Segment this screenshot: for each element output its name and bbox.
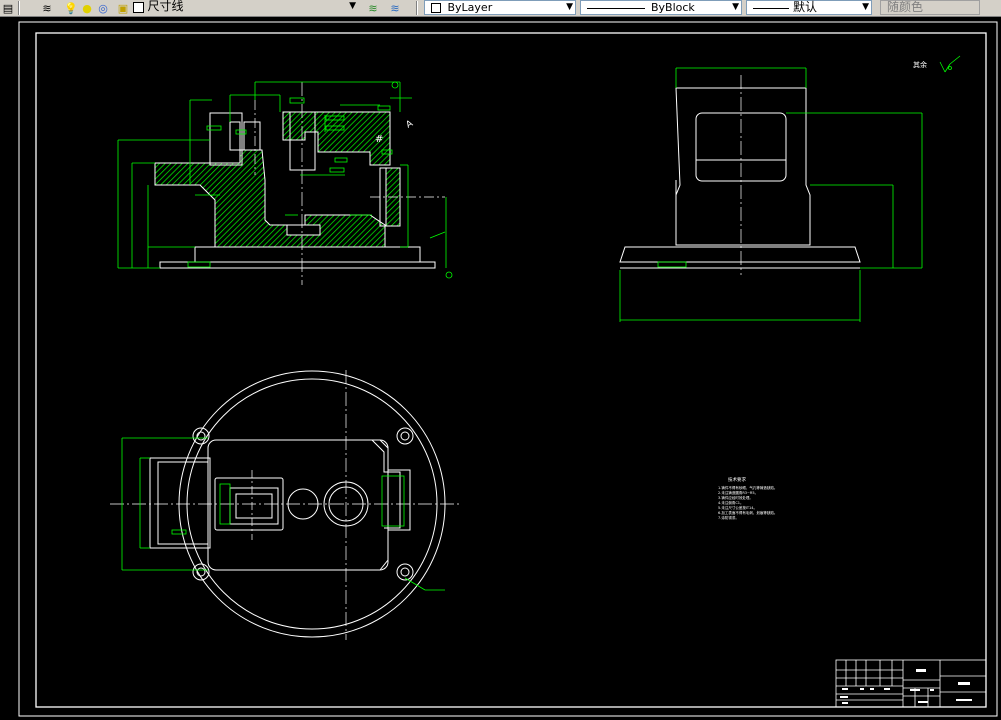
chevron-down-icon[interactable]: ▼	[349, 0, 356, 13]
dim-style-label: 尺寸线	[147, 0, 184, 13]
sheet-outer-border	[18, 21, 998, 717]
front-section-view	[154, 82, 445, 285]
note-line: 5.未注尺寸公差按IT14。	[718, 505, 757, 510]
title-block-marks	[840, 669, 972, 704]
color-value: ByLayer	[447, 1, 493, 14]
lineweight-dropdown[interactable]: 默认 ▼	[746, 0, 872, 15]
toolbar-separator	[416, 1, 418, 15]
svg-text:#: #	[375, 134, 383, 145]
properties-toolbar: ▤ ≋ 💡 ● ◎ ▣ 尺寸线 ▼ ≋ ≋ ByLayer ▼ ByBlock …	[0, 0, 1001, 17]
sun-icon[interactable]: ●	[80, 1, 94, 15]
lineweight-sample	[753, 8, 789, 9]
roughness-label: 其余	[913, 60, 927, 69]
note-line: 7.涂防锈漆。	[718, 515, 739, 520]
chevron-down-icon[interactable]: ▼	[566, 1, 573, 14]
svg-text:A: A	[405, 118, 416, 130]
linetype-sample	[587, 8, 645, 9]
note-line: 1.铸件不得有砂眼、气孔等铸造缺陷。	[718, 485, 777, 490]
color-dropdown[interactable]: ByLayer ▼	[424, 0, 576, 15]
layer-color-icon[interactable]: ▣	[116, 1, 130, 15]
layers-icon[interactable]: ≋	[40, 1, 54, 15]
note-line: 4.未注倒角C1。	[718, 500, 744, 505]
technical-notes: 技术要求 1.铸件不得有砂眼、气孔等铸造缺陷。 2.未注铸造圆角R3~R5。 3…	[718, 476, 777, 520]
plotstyle-value: 随颜色	[887, 0, 924, 14]
toolbar-separator	[18, 1, 20, 15]
make-current-layer-icon[interactable]: ≋	[366, 1, 380, 15]
color-swatch	[431, 3, 441, 13]
note-line: 6.加工表面不得有毛刺、划痕等缺陷。	[718, 510, 777, 515]
top-view	[110, 370, 460, 640]
linetype-dropdown[interactable]: ByBlock ▼	[580, 0, 742, 15]
sheet-inner-border	[35, 32, 987, 708]
layer-manager-icon[interactable]: ▤	[1, 1, 15, 15]
chevron-down-icon[interactable]: ▼	[732, 1, 739, 14]
side-view-dimensions	[619, 55, 961, 322]
lineweight-value: 默认	[793, 0, 818, 14]
drawing-canvas[interactable]: A # 其余 技术要求 1.铸件不得有砂眼、气孔等铸造缺陷。 2.未注铸造圆角R…	[0, 17, 1001, 720]
notes-title: 技术要求	[728, 476, 746, 483]
color-swatch	[133, 1, 144, 13]
bulb-icon[interactable]: 💡	[64, 1, 78, 15]
plotstyle-dropdown: 随颜色	[880, 0, 980, 15]
side-view	[619, 75, 861, 275]
chevron-down-icon[interactable]: ▼	[862, 1, 869, 14]
note-line: 3.铸件应经时效处理。	[718, 495, 753, 500]
linetype-value: ByBlock	[651, 1, 695, 14]
layer-dropdown[interactable]: 尺寸线 ▼	[132, 0, 360, 15]
previous-layer-icon[interactable]: ≋	[388, 1, 402, 15]
note-line: 2.未注铸造圆角R3~R5。	[718, 490, 758, 495]
lock-icon[interactable]: ◎	[96, 1, 110, 15]
